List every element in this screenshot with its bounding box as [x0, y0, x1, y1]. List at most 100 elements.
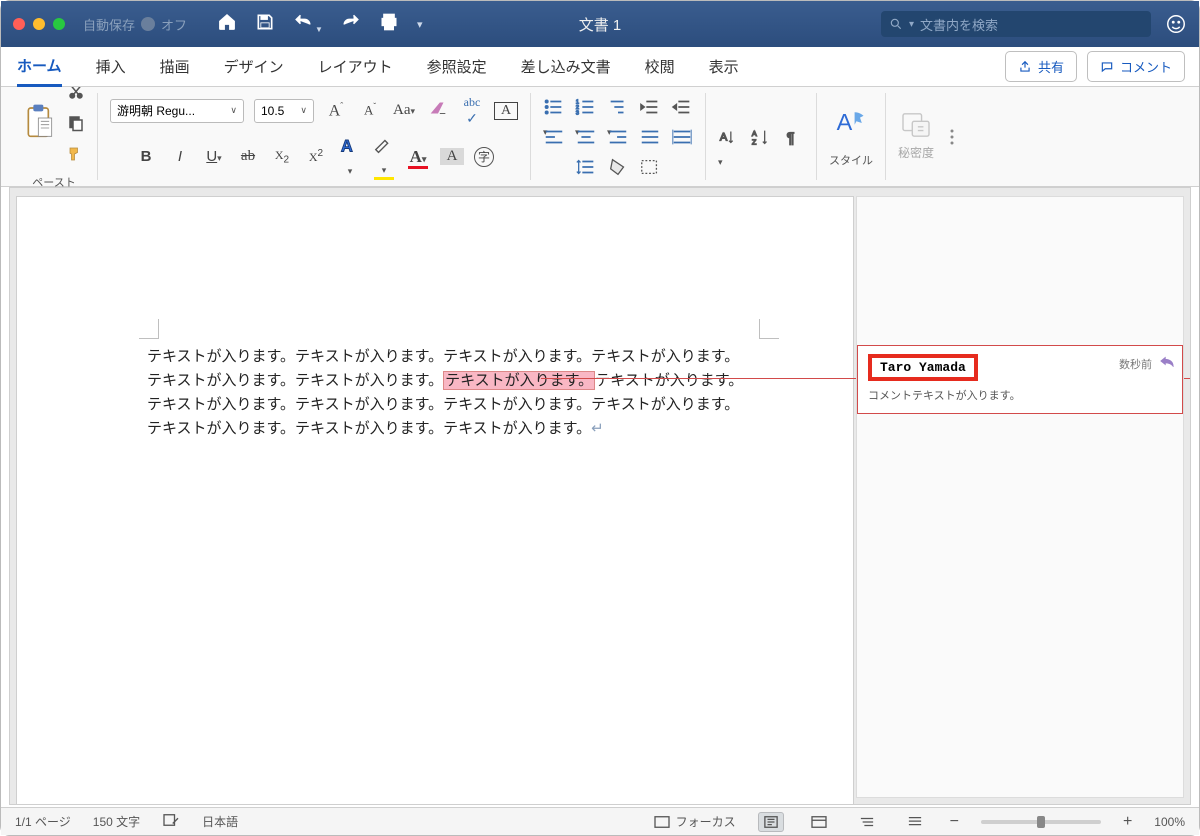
paste-button[interactable]	[23, 103, 57, 148]
tab-references[interactable]: 参照設定	[427, 48, 487, 85]
page-count[interactable]: 1/1 ページ	[15, 813, 71, 830]
character-border-icon[interactable]: A	[494, 102, 518, 120]
sort-icon[interactable]: AZ	[750, 127, 772, 147]
close-window-icon[interactable]	[13, 18, 25, 30]
draft-view-icon[interactable]	[902, 812, 928, 832]
spell-check-icon[interactable]	[162, 813, 180, 830]
zoom-out-button[interactable]: −	[950, 813, 959, 831]
comment-button[interactable]: コメント	[1087, 51, 1185, 82]
web-layout-view-icon[interactable]	[806, 812, 832, 832]
align-left-icon[interactable]	[543, 127, 565, 147]
font-color-button[interactable]: A▾	[406, 147, 430, 167]
align-right-icon[interactable]	[607, 127, 629, 147]
svg-text:¶: ¶	[787, 130, 795, 146]
print-layout-view-icon[interactable]	[758, 812, 784, 832]
share-label: 共有	[1038, 57, 1064, 76]
autosave-toggle[interactable]: 自動保存 オフ	[83, 15, 187, 34]
ribbon-overflow-icon[interactable]	[946, 93, 958, 180]
font-size-value: 10.5	[261, 104, 284, 118]
underline-button[interactable]: U▾	[202, 148, 226, 166]
zoom-in-button[interactable]: +	[1123, 813, 1132, 831]
sensitivity-icon[interactable]	[901, 112, 931, 138]
multilevel-list-icon[interactable]: ▾	[607, 97, 629, 117]
text-effect-button[interactable]: A▾	[338, 135, 362, 179]
svg-text:A: A	[720, 131, 728, 143]
group-paragraph: ▾ 123▾ ▾ ▾ ▾ ▾	[531, 93, 706, 180]
bold-button[interactable]: B	[134, 148, 158, 166]
comment-card[interactable]: Taro Yamada 数秒前 コメントテキストが入ります。	[857, 345, 1183, 414]
comment-time: 数秒前	[1119, 356, 1152, 372]
feedback-icon[interactable]	[1165, 13, 1187, 35]
save-icon[interactable]	[255, 12, 275, 37]
enclose-char-button[interactable]: 字	[474, 147, 494, 167]
maximize-window-icon[interactable]	[53, 18, 65, 30]
copy-icon[interactable]	[67, 114, 85, 137]
grow-font-icon[interactable]: Aˆ	[324, 101, 348, 120]
tab-view[interactable]: 表示	[709, 48, 739, 85]
clear-format-icon[interactable]	[426, 97, 450, 124]
superscript-button[interactable]: X2	[304, 148, 328, 165]
commented-text[interactable]: テキストが入ります。	[443, 371, 595, 390]
format-painter-icon[interactable]	[67, 145, 85, 168]
zoom-value[interactable]: 100%	[1154, 815, 1185, 829]
tab-review[interactable]: 校閲	[645, 48, 675, 85]
undo-icon[interactable]: ▼	[293, 12, 323, 37]
redo-icon[interactable]	[341, 12, 361, 37]
align-justify-icon[interactable]	[639, 127, 661, 147]
group-sensitivity: 秘密度	[886, 93, 946, 180]
tab-layout[interactable]: レイアウト	[318, 48, 393, 85]
tab-design[interactable]: デザイン	[224, 48, 284, 85]
text-direction-icon[interactable]: A▾	[718, 127, 740, 147]
change-case-icon[interactable]: Aa▾	[392, 102, 416, 119]
qat-more-icon[interactable]: ▾	[417, 18, 423, 31]
italic-button[interactable]: I	[168, 148, 192, 166]
group-styles: A スタイル	[817, 93, 886, 180]
increase-indent-icon[interactable]	[671, 97, 693, 117]
subscript-button[interactable]: X2	[270, 148, 294, 165]
word-count[interactable]: 150 文字	[93, 813, 140, 830]
comment-author: Taro Yamada	[868, 354, 978, 381]
borders-icon[interactable]: ▾	[639, 157, 661, 177]
shrink-font-icon[interactable]: Aˇ	[358, 102, 382, 118]
highlight-button[interactable]: ▾	[372, 136, 396, 178]
document-body[interactable]: テキストが入ります。テキストが入ります。テキストが入ります。テキストが入ります。…	[147, 345, 753, 441]
decrease-indent-icon[interactable]	[639, 97, 661, 117]
focus-mode-button[interactable]: フォーカス	[653, 813, 736, 830]
distributed-icon[interactable]	[671, 127, 693, 147]
shading-icon[interactable]: ▾	[607, 157, 629, 177]
document-area: テキストが入ります。テキストが入ります。テキストが入ります。テキストが入ります。…	[9, 187, 1191, 805]
line-spacing-icon[interactable]: ▾	[575, 157, 597, 177]
outline-view-icon[interactable]	[854, 812, 880, 832]
phonetic-icon[interactable]: abc✓	[460, 95, 484, 127]
comment-text: コメントテキストが入ります。	[868, 387, 1172, 403]
show-marks-icon[interactable]: ¶	[782, 127, 804, 147]
group-text-direction: A▾ AZ ¶	[706, 93, 817, 180]
home-icon[interactable]	[217, 12, 237, 37]
bullet-list-icon[interactable]: ▾	[543, 97, 565, 117]
number-list-icon[interactable]: 123▾	[575, 97, 597, 117]
char-shading-button[interactable]: A	[440, 148, 464, 165]
tab-insert[interactable]: 挿入	[96, 48, 126, 85]
zoom-slider[interactable]	[981, 820, 1101, 824]
tab-mailing[interactable]: 差し込み文書	[521, 48, 611, 85]
window-controls	[13, 18, 65, 30]
share-button[interactable]: 共有	[1005, 51, 1077, 82]
language-button[interactable]: 日本語	[202, 813, 238, 830]
search-input[interactable]: ▾ 文書内を検索	[881, 11, 1151, 37]
page[interactable]: テキストが入ります。テキストが入ります。テキストが入ります。テキストが入ります。…	[16, 196, 854, 805]
margin-corner-icon	[759, 319, 779, 339]
font-family-select[interactable]: 游明朝 Regu...∨	[110, 99, 244, 123]
font-family-value: 游明朝 Regu...	[117, 102, 195, 119]
font-size-select[interactable]: 10.5∨	[254, 99, 314, 123]
print-icon[interactable]	[379, 12, 399, 37]
styles-button[interactable]: A	[833, 105, 869, 146]
tab-home[interactable]: ホーム	[17, 47, 62, 87]
svg-text:A: A	[341, 137, 353, 155]
tab-draw[interactable]: 描画	[160, 48, 190, 85]
reply-icon[interactable]	[1160, 354, 1174, 372]
minimize-window-icon[interactable]	[33, 18, 45, 30]
strike-button[interactable]: ab	[236, 148, 260, 165]
status-bar: 1/1 ページ 150 文字 日本語 フォーカス − + 100%	[1, 807, 1199, 835]
align-center-icon[interactable]	[575, 127, 597, 147]
ribbon-tabs: ホーム 挿入 描画 デザイン レイアウト 参照設定 差し込み文書 校閲 表示 共…	[1, 47, 1199, 87]
